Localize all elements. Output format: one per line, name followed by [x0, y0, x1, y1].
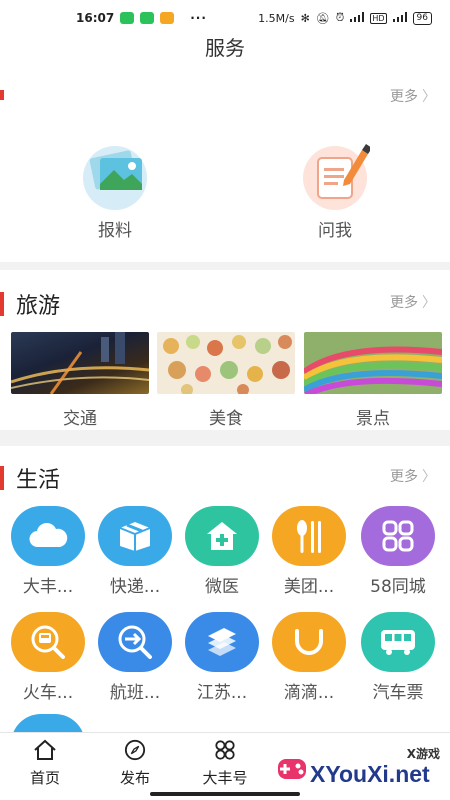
service-more-link[interactable]: 更多 〉 — [390, 86, 436, 106]
battery-icon: 96 — [412, 11, 432, 25]
service-section: 更多 〉 报料 问我 — [0, 66, 450, 262]
tourism-section: 旅游 更多 〉 交通 美食 景点 — [0, 270, 450, 430]
watermark-main-text: XYouXi.net — [310, 761, 430, 787]
more-label: 更多 — [390, 295, 418, 311]
life-section: 生活 更多 〉 大丰... 快递... 微医 美团... 58同城 火车... … — [0, 446, 450, 744]
tourism-more-link[interactable]: 更多 〉 — [390, 292, 436, 312]
tourism-item-food[interactable]: 美食 — [157, 332, 295, 429]
nav-dafenghao[interactable]: 大丰号 — [180, 739, 270, 788]
life-label: 滴滴... — [283, 683, 335, 703]
chevron-right-icon: 〉 — [422, 295, 436, 311]
life-label: 航班... — [109, 683, 161, 703]
life-item-didi[interactable]: 滴滴... — [269, 612, 349, 703]
section-accent-bar — [0, 466, 4, 490]
signal-5g-icon — [392, 11, 407, 25]
gamepad-logo-icon — [278, 759, 306, 779]
network-speed: 1.5M/s — [258, 11, 295, 25]
section-accent-bar — [0, 90, 4, 100]
photo-gallery-icon — [80, 140, 150, 210]
flight-search-icon — [98, 612, 172, 672]
life-label: 汽车票 — [372, 683, 424, 703]
bluetooth-icon: ✻ — [300, 11, 310, 25]
life-item-weather[interactable]: 大丰... — [8, 506, 88, 597]
train-search-icon — [11, 612, 85, 672]
service-label: 问我 — [318, 221, 352, 241]
notepad-pencil-icon — [300, 140, 372, 210]
life-label: 江苏... — [196, 683, 248, 703]
life-item-express[interactable]: 快递... — [95, 506, 175, 597]
life-label: 微医 — [205, 577, 239, 597]
home-icon — [34, 739, 56, 760]
china-mobile-icon — [185, 612, 259, 672]
tourism-label: 交通 — [63, 409, 97, 429]
life-label: 火车... — [22, 683, 74, 703]
life-label: 美团... — [283, 577, 335, 597]
home-indicator — [150, 792, 300, 796]
scenic-image — [304, 332, 442, 394]
service-label: 报料 — [98, 221, 132, 241]
more-label: 更多 — [390, 469, 418, 485]
more-label: 更多 — [390, 89, 418, 105]
package-box-icon — [98, 506, 172, 566]
page-title: 服务 — [0, 36, 450, 66]
tourism-item-traffic[interactable]: 交通 — [11, 332, 149, 429]
life-item-bus[interactable]: 汽车票 — [358, 612, 438, 703]
life-item-train[interactable]: 火车... — [8, 612, 88, 703]
status-time: 16:07 — [76, 11, 115, 25]
tourism-label: 美食 — [209, 409, 243, 429]
life-item-weiyi[interactable]: 微医 — [182, 506, 262, 597]
bus-icon — [361, 612, 435, 672]
mute-icon: 🔕︎ — [315, 11, 330, 25]
watermark-top-text: X游戏 — [406, 747, 440, 761]
nav-label: 大丰号 — [202, 769, 248, 787]
service-item-wenwo[interactable]: 问我 — [275, 140, 395, 241]
life-item-flight[interactable]: 航班... — [95, 612, 175, 703]
chevron-right-icon: 〉 — [422, 469, 436, 485]
nav-home[interactable]: 首页 — [0, 739, 90, 788]
more-notifications-icon: ··· — [190, 11, 207, 25]
spoon-fork-icon — [272, 506, 346, 566]
traffic-image — [11, 332, 149, 394]
life-title: 生活 — [16, 468, 61, 493]
notification-app-icon — [160, 12, 175, 24]
compass-icon — [124, 739, 146, 761]
life-item-jiangsu[interactable]: 江苏... — [182, 612, 262, 703]
nav-publish[interactable]: 发布 — [90, 739, 180, 788]
status-bar: 16:07 ··· 1.5M/s ✻ 🔕︎ ⏰︎ HD 96 — [0, 0, 450, 36]
service-item-baoliao[interactable]: 报料 — [55, 140, 175, 241]
life-label: 大丰... — [22, 577, 74, 597]
wechat-icon — [120, 12, 135, 24]
food-image — [157, 332, 295, 394]
signal-icon — [350, 11, 365, 25]
tourism-title: 旅游 — [16, 294, 61, 319]
four-circles-icon — [215, 740, 235, 760]
watermark: X游戏 XYouXi.net — [276, 741, 450, 797]
hd-icon: HD — [370, 12, 387, 24]
alarm-icon: ⏰︎ — [335, 11, 345, 24]
tourism-label: 景点 — [356, 409, 390, 429]
life-item-meituan[interactable]: 美团... — [269, 506, 349, 597]
nav-label: 首页 — [29, 769, 60, 787]
nav-label: 发布 — [119, 769, 150, 787]
life-more-link[interactable]: 更多 〉 — [390, 466, 436, 486]
life-label: 58同城 — [370, 577, 426, 597]
chevron-right-icon: 〉 — [422, 89, 436, 105]
life-label: 快递... — [109, 577, 161, 597]
didi-icon — [272, 612, 346, 672]
wechat-icon — [140, 12, 155, 24]
bottom-nav: 首页 发布 大丰号 X游戏 XYouXi.net — [0, 732, 450, 800]
medical-house-icon — [185, 506, 259, 566]
tourism-item-scenic[interactable]: 景点 — [304, 332, 442, 429]
life-item-58[interactable]: 58同城 — [358, 506, 438, 597]
grid-apps-icon — [361, 506, 435, 566]
section-accent-bar — [0, 292, 4, 316]
cloud-icon — [11, 506, 85, 566]
